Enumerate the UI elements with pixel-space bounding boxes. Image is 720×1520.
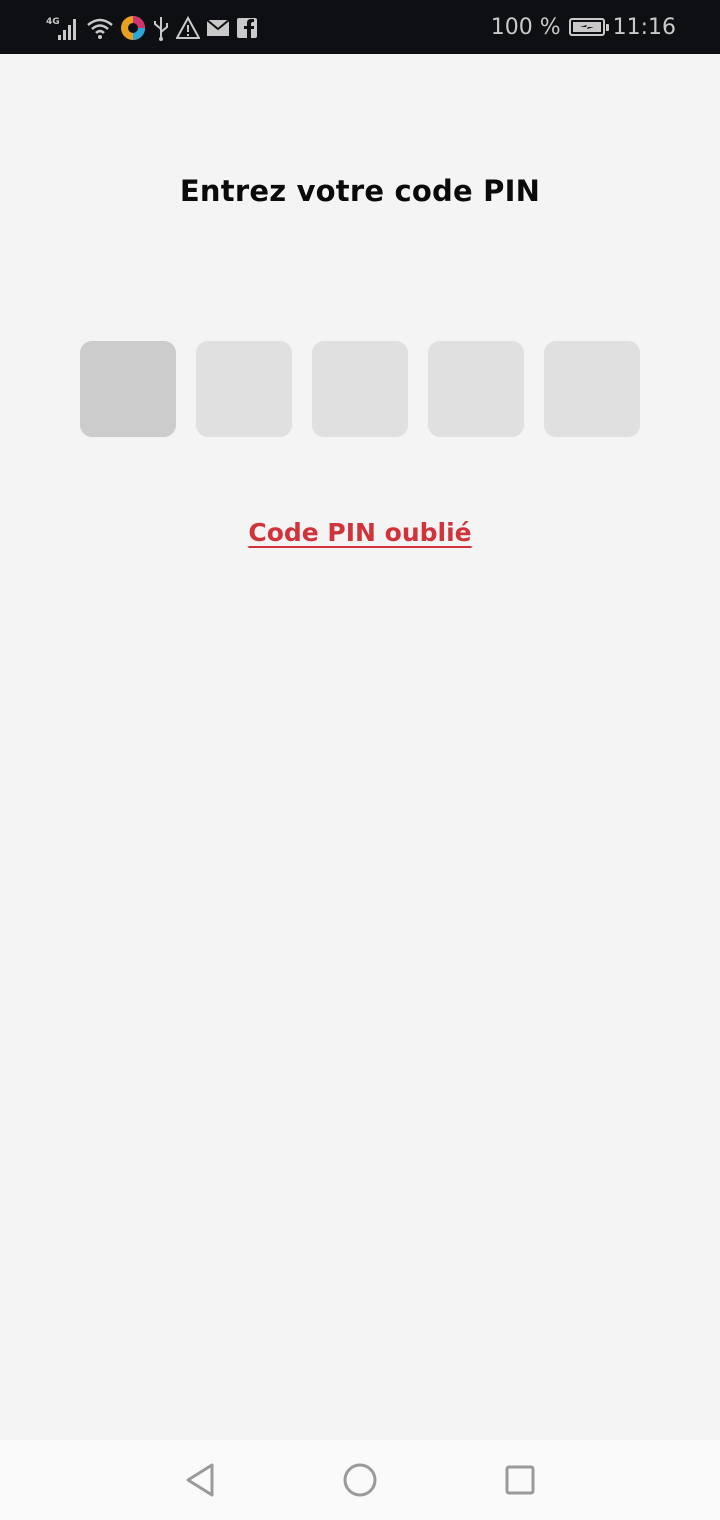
battery-percent: 100 % — [490, 14, 561, 40]
pin-input[interactable] — [80, 341, 640, 437]
home-icon — [343, 1463, 377, 1497]
status-icons: 4G — [46, 12, 258, 44]
home-button[interactable] — [340, 1460, 380, 1500]
facebook-icon — [237, 18, 257, 38]
pin-digit-box[interactable] — [196, 341, 292, 437]
status-bar: 4G 100 % 11:16 — [0, 0, 720, 54]
usb-icon — [154, 17, 168, 41]
svg-text:4G: 4G — [46, 17, 60, 27]
pin-digit-box[interactable] — [544, 341, 640, 437]
battery-icon — [568, 18, 609, 36]
forgot-pin-link[interactable]: Code PIN oublié — [0, 518, 720, 547]
status-right: 100 % 11:16 — [491, 0, 676, 54]
status-time: 11:16 — [612, 14, 676, 40]
page-title: Entrez votre code PIN — [179, 174, 541, 208]
recents-button[interactable] — [500, 1460, 540, 1500]
back-button[interactable] — [180, 1460, 220, 1500]
navigation-bar — [0, 1440, 720, 1520]
mail-icon — [206, 19, 230, 36]
signal-icon: 4G — [46, 17, 76, 40]
pin-digit-box[interactable] — [80, 341, 176, 437]
wifi-icon — [87, 18, 113, 39]
app-notification-icon — [121, 16, 145, 40]
warning-icon — [176, 16, 200, 39]
back-icon — [186, 1463, 214, 1497]
pin-digit-box[interactable] — [312, 341, 408, 437]
pin-digit-box[interactable] — [428, 341, 524, 437]
charging-bolt-icon — [579, 25, 594, 29]
recents-icon — [505, 1465, 535, 1495]
